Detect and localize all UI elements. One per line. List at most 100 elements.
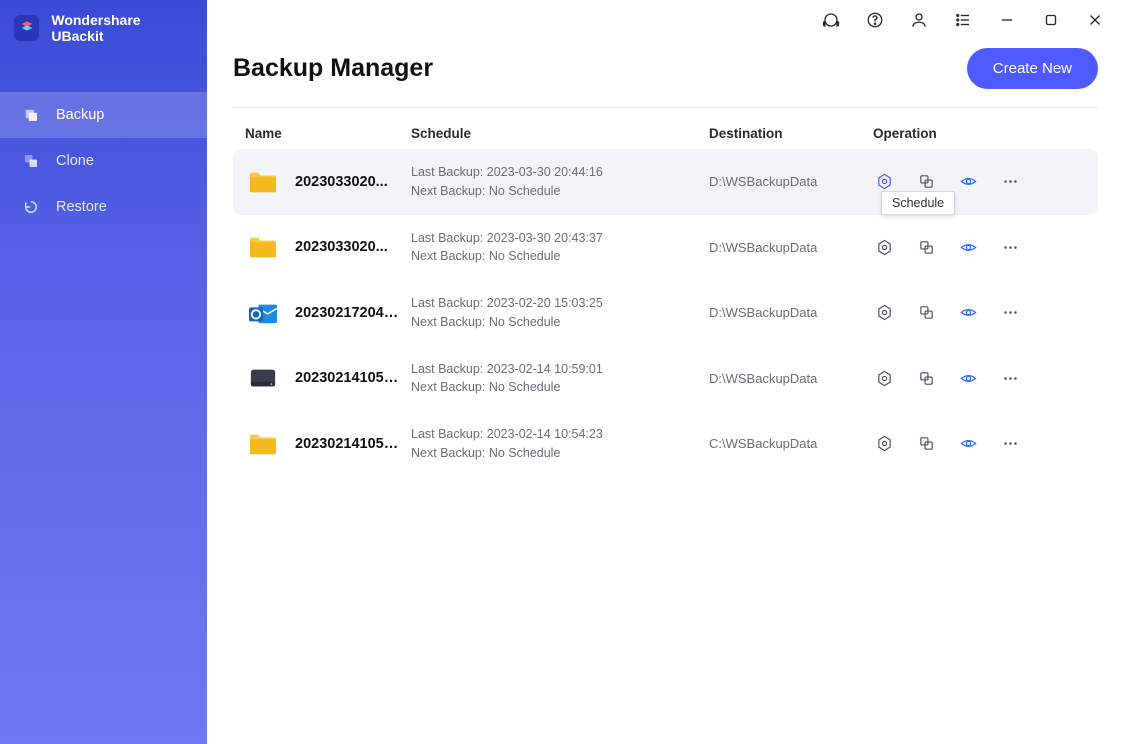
minimize-button[interactable]	[992, 5, 1022, 35]
folder-icon	[245, 429, 281, 459]
table-header: Name Schedule Destination Operation	[233, 118, 1098, 149]
view-button[interactable]	[957, 236, 979, 258]
view-button[interactable]	[957, 367, 979, 389]
cell-schedule: Last Backup: 2023-03-30 20:43:37Next Bac…	[411, 229, 709, 267]
cell-operation	[873, 302, 1086, 324]
schedule-button[interactable]	[873, 236, 895, 258]
cell-name: 20230214105139	[245, 429, 411, 459]
close-button[interactable]	[1080, 5, 1110, 35]
row-name: 20230214105901	[295, 370, 403, 386]
last-backup-line: Last Backup: 2023-03-30 20:43:37	[411, 229, 709, 248]
row-name: 2023033020...	[295, 239, 388, 255]
backup-table: Name Schedule Destination Operation 2023…	[233, 118, 1098, 477]
th-operation: Operation	[873, 126, 1086, 141]
view-button[interactable]	[957, 302, 979, 324]
sidebar: Wondershare UBackit Backup Clone Restore	[0, 0, 207, 744]
sidebar-item-label: Clone	[56, 153, 94, 169]
disk-icon	[245, 363, 281, 393]
view-button[interactable]	[957, 433, 979, 455]
cell-operation	[873, 236, 1086, 258]
copy-button[interactable]	[915, 236, 937, 258]
cell-schedule: Last Backup: 2023-02-14 10:59:01Next Bac…	[411, 360, 709, 398]
schedule-button[interactable]	[873, 367, 895, 389]
tooltip-schedule: Schedule	[881, 191, 955, 215]
brand: Wondershare UBackit	[0, 0, 207, 56]
titlebar	[207, 0, 1124, 40]
sidebar-item-label: Backup	[56, 107, 104, 123]
cell-schedule: Last Backup: 2023-02-20 15:03:25Next Bac…	[411, 294, 709, 332]
main: Backup Manager Create New Name Schedule …	[207, 0, 1124, 744]
last-backup-line: Last Backup: 2023-02-14 10:54:23	[411, 425, 709, 444]
more-button[interactable]	[999, 302, 1021, 324]
th-schedule: Schedule	[411, 126, 709, 141]
last-backup-line: Last Backup: 2023-02-14 10:59:01	[411, 360, 709, 379]
brand-title: Wondershare UBackit	[51, 12, 193, 44]
more-button[interactable]	[999, 171, 1021, 193]
sidebar-item-clone[interactable]: Clone	[0, 138, 207, 184]
next-backup-line: Next Backup: No Schedule	[411, 444, 709, 463]
next-backup-line: Next Backup: No Schedule	[411, 182, 709, 201]
copy-button[interactable]	[915, 367, 937, 389]
table-row[interactable]: 20230214105901 Last Backup: 2023-02-14 10…	[233, 346, 1098, 412]
last-backup-line: Last Backup: 2023-03-30 20:44:16	[411, 163, 709, 182]
more-button[interactable]	[999, 236, 1021, 258]
next-backup-line: Next Backup: No Schedule	[411, 247, 709, 266]
cell-operation	[873, 171, 1086, 193]
restore-icon	[22, 198, 40, 216]
more-button[interactable]	[999, 367, 1021, 389]
cell-destination: D:\WSBackupData	[709, 371, 873, 386]
schedule-button[interactable]	[873, 302, 895, 324]
support-icon[interactable]	[816, 5, 846, 35]
cell-name: 20230214105901	[245, 363, 411, 393]
cell-destination: D:\WSBackupData	[709, 305, 873, 320]
th-destination: Destination	[709, 126, 873, 141]
schedule-button[interactable]	[873, 171, 895, 193]
clone-icon	[22, 152, 40, 170]
user-icon[interactable]	[904, 5, 934, 35]
sidebar-item-label: Restore	[56, 199, 107, 215]
page-title: Backup Manager	[233, 54, 433, 83]
row-name: 2023033020...	[295, 174, 388, 190]
cell-name: 20230217204855	[245, 298, 411, 328]
last-backup-line: Last Backup: 2023-02-20 15:03:25	[411, 294, 709, 313]
nav: Backup Clone Restore	[0, 92, 207, 230]
backup-icon	[22, 106, 40, 124]
help-icon[interactable]	[860, 5, 890, 35]
menu-list-icon[interactable]	[948, 5, 978, 35]
row-name: 20230217204855	[295, 305, 403, 321]
cell-operation	[873, 433, 1086, 455]
sidebar-item-restore[interactable]: Restore	[0, 184, 207, 230]
brand-logo-icon	[14, 15, 39, 41]
table-row[interactable]: 20230217204855 Last Backup: 2023-02-20 15…	[233, 280, 1098, 346]
table-row[interactable]: 2023033020... Last Backup: 2023-03-30 20:…	[233, 149, 1098, 215]
cell-schedule: Last Backup: 2023-02-14 10:54:23Next Bac…	[411, 425, 709, 463]
row-name: 20230214105139	[295, 436, 403, 452]
table-row[interactable]: 2023033020... Last Backup: 2023-03-30 20:…	[233, 215, 1098, 281]
divider	[233, 107, 1098, 108]
cell-schedule: Last Backup: 2023-03-30 20:44:16Next Bac…	[411, 163, 709, 201]
cell-name: 2023033020...	[245, 232, 411, 262]
cell-destination: D:\WSBackupData	[709, 240, 873, 255]
cell-destination: D:\WSBackupData	[709, 174, 873, 189]
schedule-button[interactable]	[873, 433, 895, 455]
maximize-button[interactable]	[1036, 5, 1066, 35]
cell-destination: C:\WSBackupData	[709, 436, 873, 451]
folder-icon	[245, 232, 281, 262]
create-new-button[interactable]: Create New	[967, 48, 1098, 89]
next-backup-line: Next Backup: No Schedule	[411, 313, 709, 332]
folder-icon	[245, 167, 281, 197]
page-head: Backup Manager Create New	[233, 48, 1098, 89]
copy-button[interactable]	[915, 302, 937, 324]
table-row[interactable]: 20230214105139 Last Backup: 2023-02-14 10…	[233, 411, 1098, 477]
cell-operation	[873, 367, 1086, 389]
page: Backup Manager Create New Name Schedule …	[207, 40, 1124, 744]
copy-button[interactable]	[915, 171, 937, 193]
cell-name: 2023033020...	[245, 167, 411, 197]
next-backup-line: Next Backup: No Schedule	[411, 378, 709, 397]
more-button[interactable]	[999, 433, 1021, 455]
view-button[interactable]	[957, 171, 979, 193]
sidebar-item-backup[interactable]: Backup	[0, 92, 207, 138]
outlook-icon	[245, 298, 281, 328]
th-name: Name	[245, 126, 411, 141]
copy-button[interactable]	[915, 433, 937, 455]
